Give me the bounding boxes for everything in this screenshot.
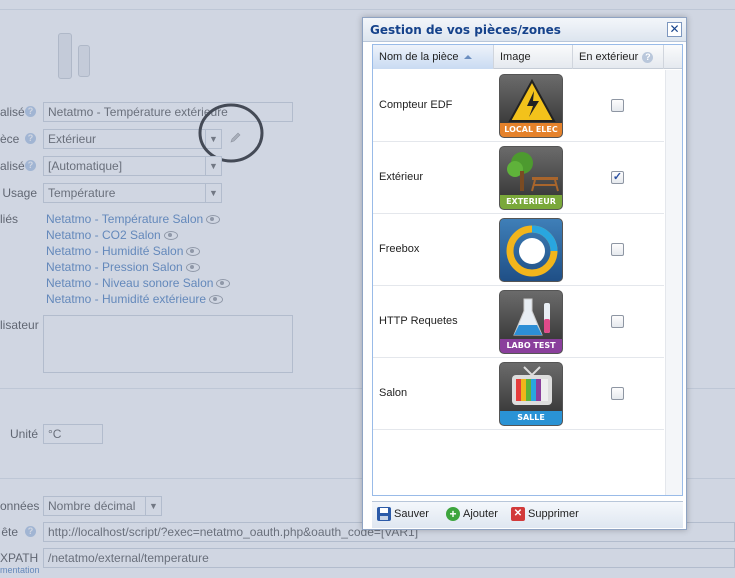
dialog-title: Gestion de vos pièces/zones — [370, 23, 561, 37]
column-header-name[interactable]: Nom de la pièce — [373, 45, 494, 69]
help-icon[interactable]: ? — [642, 51, 654, 63]
grid-header: Nom de la pièce Image En extérieur? — [373, 45, 682, 69]
table-row[interactable]: HTTP Requetes LABO TEST — [373, 286, 664, 358]
outdoor-checkbox[interactable] — [611, 315, 624, 328]
column-header-image[interactable]: Image — [494, 45, 573, 69]
garden-icon: EXTERIEUR — [499, 146, 563, 210]
lab-flask-icon: LABO TEST — [499, 290, 563, 354]
table-row[interactable]: Extérieur EXTERIEUR ✓ — [373, 142, 664, 214]
rooms-grid: Nom de la pièce Image En extérieur? Comp… — [372, 44, 683, 496]
grid-scrollbar[interactable] — [665, 70, 682, 495]
room-name: HTTP Requetes — [379, 315, 458, 327]
room-name: Freebox — [379, 243, 420, 255]
table-row[interactable]: Compteur EDF LOCAL ELEC — [373, 70, 664, 142]
outdoor-checkbox-checked[interactable]: ✓ — [611, 171, 624, 184]
delete-button[interactable]: ✕ Supprimer — [511, 507, 579, 521]
room-name: Salon — [379, 387, 408, 399]
column-header-outdoor[interactable]: En extérieur? — [573, 45, 664, 69]
tile-label: LABO TEST — [500, 339, 562, 353]
table-row[interactable]: Freebox — [373, 214, 664, 286]
outdoor-checkbox[interactable] — [611, 99, 624, 112]
table-row[interactable]: Salon SALLE — [373, 358, 664, 430]
tile-label: EXTERIEUR — [500, 195, 562, 209]
room-name: Extérieur — [379, 171, 424, 183]
freebox-icon — [499, 218, 563, 282]
close-icon[interactable]: ✕ — [667, 22, 682, 37]
floppy-disk-icon — [377, 507, 391, 521]
dialog-toolbar: Sauver + Ajouter ✕ Supprimer — [372, 501, 683, 528]
tv-icon: SALLE — [499, 362, 563, 426]
dialog-header[interactable]: Gestion de vos pièces/zones ✕ — [363, 18, 686, 42]
room-name: Compteur EDF — [379, 99, 453, 111]
outdoor-checkbox[interactable] — [611, 387, 624, 400]
plus-icon: + — [446, 507, 460, 521]
delete-x-icon: ✕ — [511, 507, 525, 521]
save-button[interactable]: Sauver — [377, 507, 429, 521]
electricity-icon: LOCAL ELEC — [499, 74, 563, 138]
tile-label: SALLE — [500, 411, 562, 425]
tile-label: LOCAL ELEC — [500, 123, 562, 137]
outdoor-checkbox[interactable] — [611, 243, 624, 256]
sort-ascending-icon — [463, 55, 472, 60]
add-button[interactable]: + Ajouter — [446, 507, 498, 521]
rooms-dialog: Gestion de vos pièces/zones ✕ Nom de la … — [362, 17, 687, 530]
